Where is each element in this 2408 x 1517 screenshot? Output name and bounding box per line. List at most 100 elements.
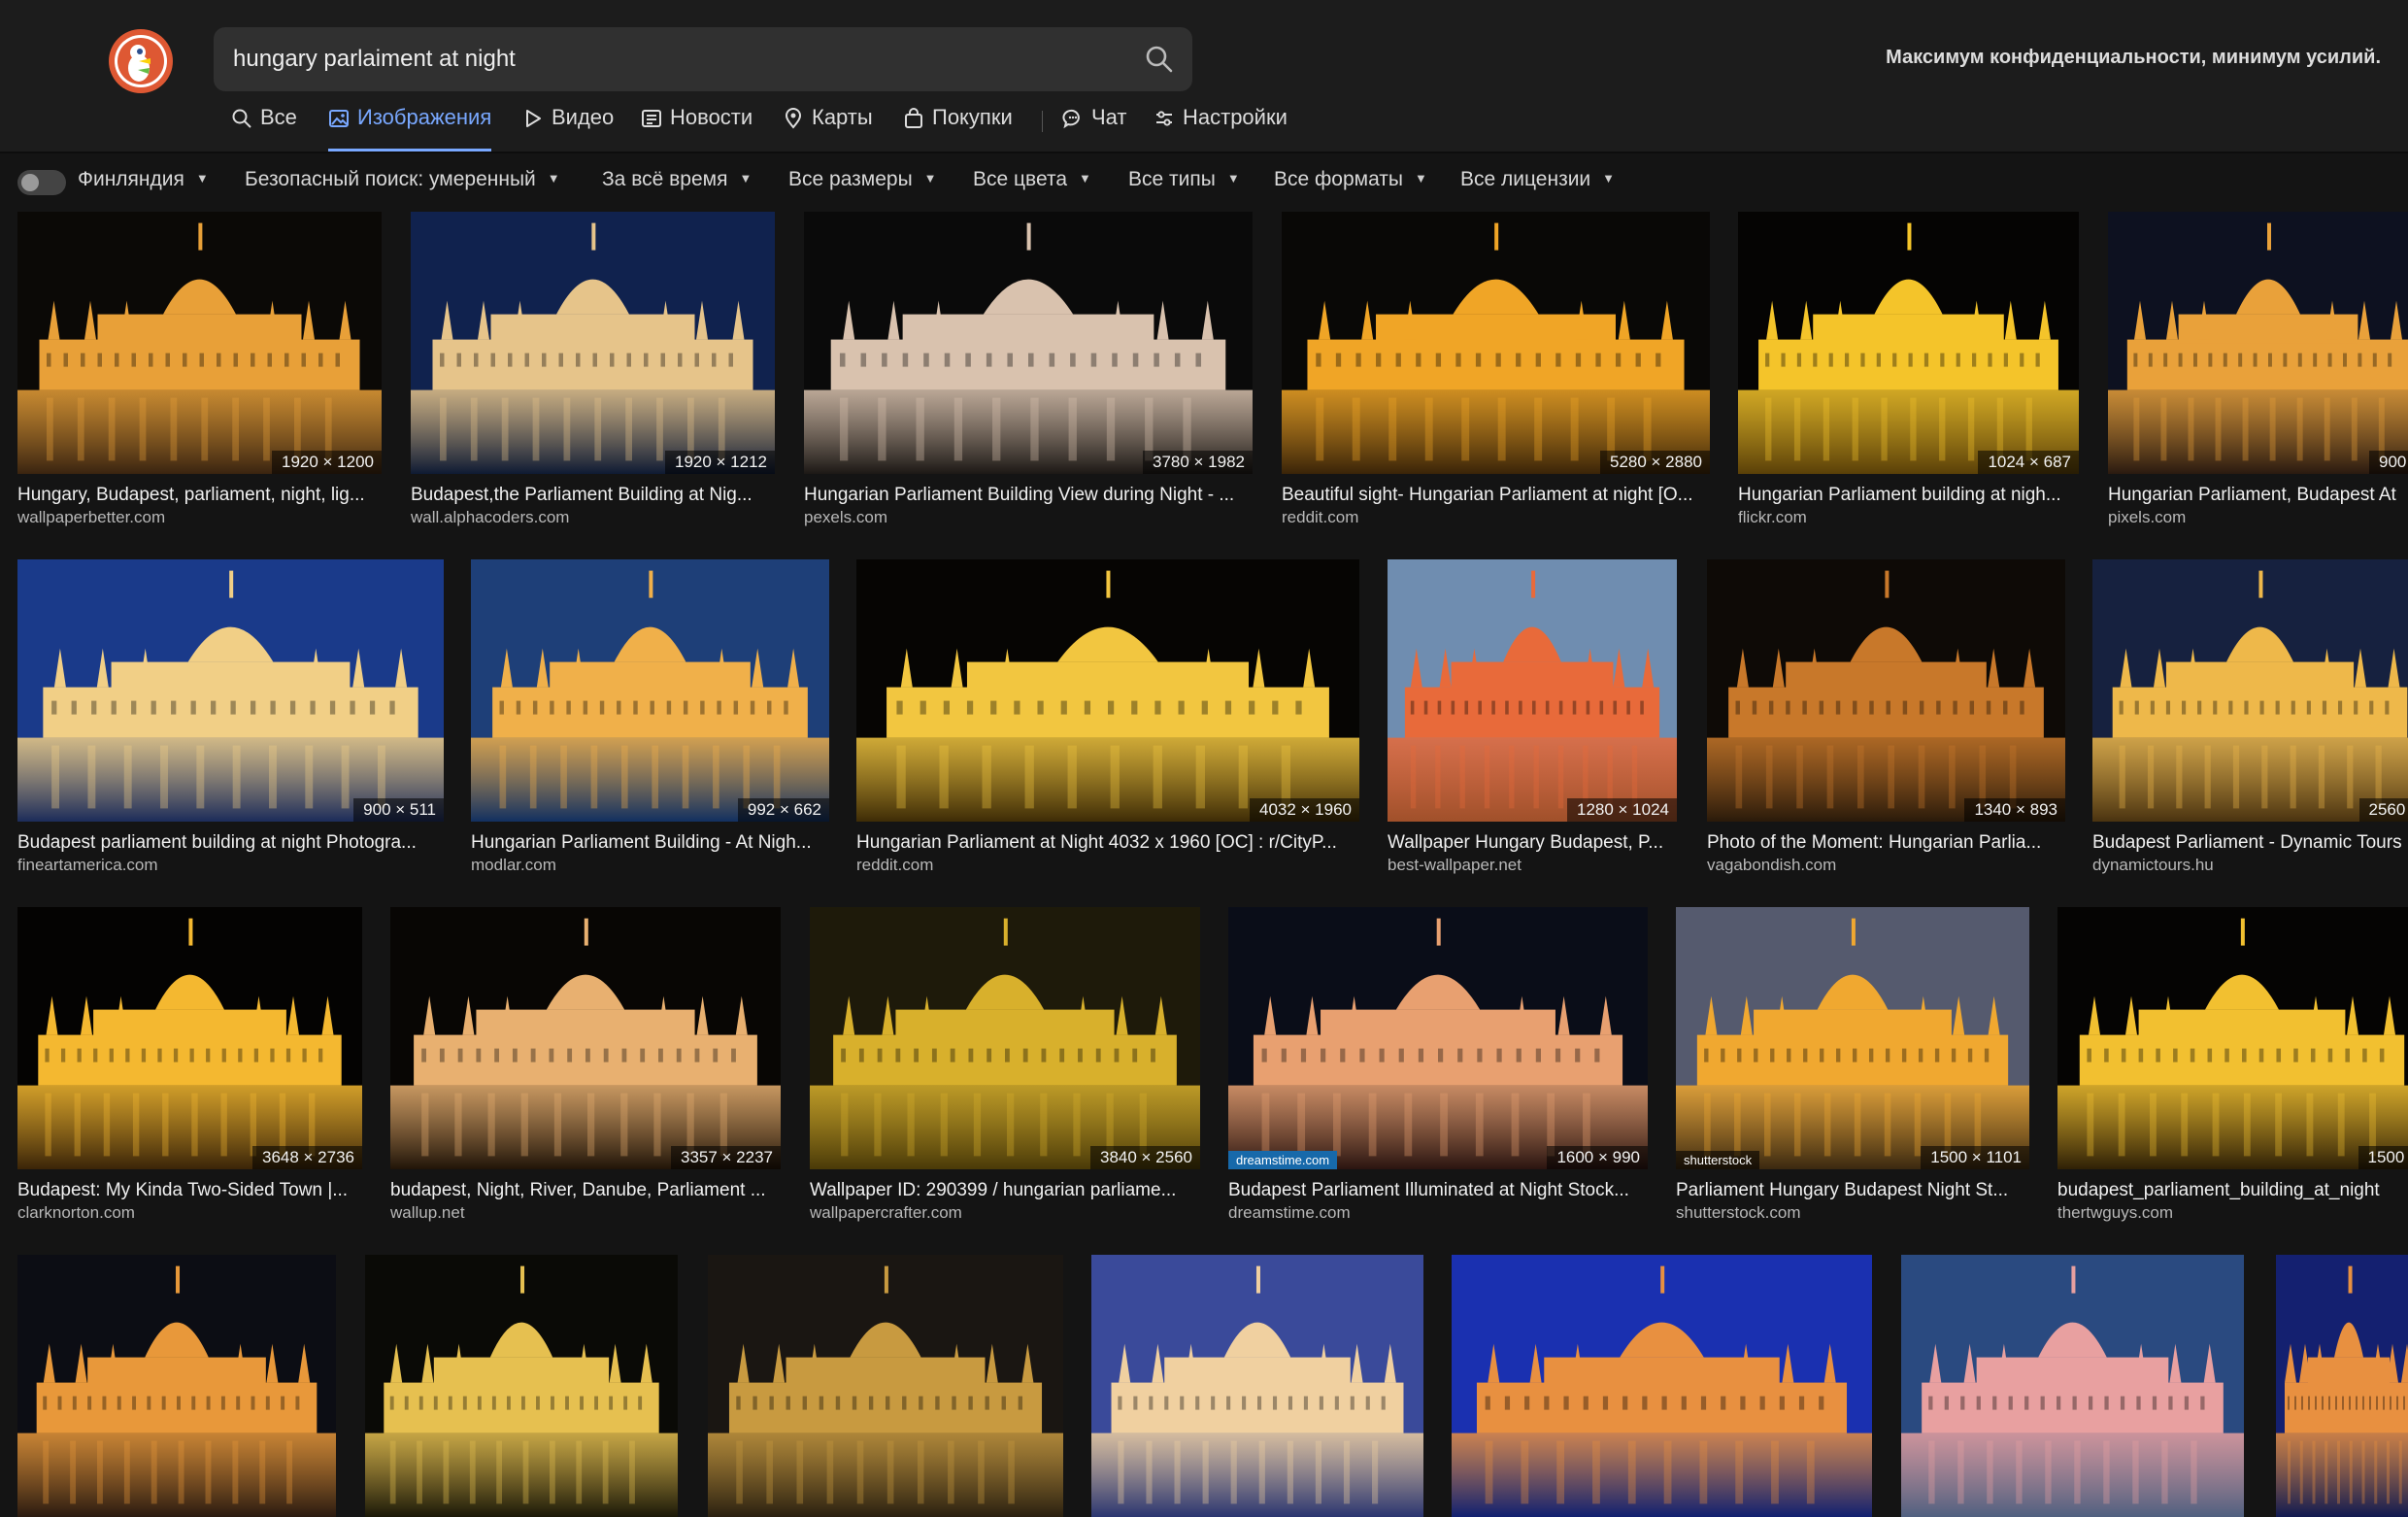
image-result[interactable]: 3357 × 2237 budapest, Night, River, Danub…	[390, 907, 781, 1228]
parliament-night-image	[471, 559, 829, 822]
result-title[interactable]: Photo of the Moment: Hungarian Parlia...	[1707, 832, 2065, 854]
image-dimensions: 1280 × 1024	[1566, 798, 1677, 822]
image-result[interactable]: 1500 × budapest_parliament_building_at_ni…	[2057, 907, 2408, 1228]
image-dimensions: 1500 × 1101	[1921, 1146, 2029, 1169]
image-result[interactable]: 1920 × 1212 Budapest,the Parliament Build…	[411, 212, 775, 532]
result-title[interactable]: Budapest Parliament - Dynamic Tours	[2092, 832, 2408, 854]
parliament-night-image	[17, 1255, 336, 1517]
image-result[interactable]: dreamstime.com 1600 × 990 Budapest Parliam…	[1228, 907, 1648, 1228]
image-dimensions: 2560 ×	[2358, 798, 2408, 822]
result-thumbnail[interactable]: 3357 × 2237	[390, 907, 781, 1169]
result-thumbnail[interactable]	[1452, 1255, 1872, 1517]
result-title[interactable]: Hungarian Parliament Building - At Nigh.…	[471, 832, 829, 854]
image-dimensions: 1920 × 1212	[664, 451, 775, 474]
result-title[interactable]: Wallpaper ID: 290399 / hungarian parliam…	[810, 1180, 1200, 1201]
result-thumbnail[interactable]: 1280 × 1024	[1388, 559, 1677, 822]
image-result[interactable]: 900 × Hungarian Parliament, Budapest At pi…	[2108, 212, 2408, 532]
image-result[interactable]: 1340 × 893 Photo of the Moment: Hungarian…	[1707, 559, 2065, 880]
result-thumbnail[interactable]: 900 × 511	[17, 559, 444, 822]
image-result[interactable]: 900 × 511 Budapest parliament building at…	[17, 559, 444, 880]
result-title[interactable]: Budapest,the Parliament Building at Nig.…	[411, 485, 775, 506]
result-thumbnail[interactable]: 3780 × 1982	[804, 212, 1253, 474]
result-thumbnail[interactable]: 5280 × 2880	[1282, 212, 1710, 474]
image-dimensions: 900 ×	[2368, 451, 2408, 474]
result-source-domain: clarknorton.com	[17, 1203, 135, 1222]
parliament-night-image	[708, 1255, 1063, 1517]
image-dimensions: 1600 × 990	[1547, 1146, 1648, 1169]
image-result[interactable]: 3840 × 2560 Wallpaper ID: 290399 / hungar…	[810, 907, 1200, 1228]
image-result[interactable]: 1280 × 1024 Wallpaper Hungary Budapest, P…	[1388, 559, 1677, 880]
image-result[interactable]: 4032 × 1960 Hungarian Parliament at Night…	[856, 559, 1359, 880]
parliament-night-image	[17, 212, 382, 474]
image-dimensions: 3780 × 1982	[1142, 451, 1253, 474]
result-thumbnail[interactable]: 3840 × 2560	[810, 907, 1200, 1169]
result-title[interactable]: Hungarian Parliament building at nigh...	[1738, 485, 2079, 506]
image-result[interactable]: shutterstock 1500 × 1101 Parliament Hungar…	[1676, 907, 2029, 1228]
image-result[interactable]	[17, 1255, 336, 1517]
result-title[interactable]: Budapest parliament building at night Ph…	[17, 832, 444, 854]
parliament-night-image	[411, 212, 775, 474]
image-dimensions: 1024 × 687	[1978, 451, 2079, 474]
image-result[interactable]: 992 × 662 Hungarian Parliament Building -…	[471, 559, 829, 880]
result-title[interactable]: Hungarian Parliament at Night 4032 x 196…	[856, 832, 1359, 854]
image-result[interactable]	[1452, 1255, 1872, 1517]
result-thumbnail[interactable]: dreamstime.com 1600 × 990	[1228, 907, 1648, 1169]
result-thumbnail[interactable]	[365, 1255, 678, 1517]
result-thumbnail[interactable]	[1901, 1255, 2244, 1517]
image-result[interactable]: 5280 × 2880 Beautiful sight- Hungarian Pa…	[1282, 212, 1710, 532]
parliament-night-image	[390, 907, 781, 1169]
image-result[interactable]: 1920 × 1200 Hungary, Budapest, parliament…	[17, 212, 382, 532]
result-source-domain: reddit.com	[856, 856, 934, 874]
result-thumbnail[interactable]: 992 × 662	[471, 559, 829, 822]
result-source-domain: pexels.com	[804, 508, 887, 526]
result-title[interactable]: budapest_parliament_building_at_night	[2057, 1180, 2408, 1201]
result-title[interactable]: Parliament Hungary Budapest Night St...	[1676, 1180, 2029, 1201]
result-thumbnail[interactable]: 900 ×	[2108, 212, 2408, 474]
result-title[interactable]: budapest, Night, River, Danube, Parliame…	[390, 1180, 781, 1201]
result-title[interactable]: Hungary, Budapest, parliament, night, li…	[17, 485, 382, 506]
image-result[interactable]	[1091, 1255, 1423, 1517]
parliament-night-image	[856, 559, 1359, 822]
image-result[interactable]	[1901, 1255, 2244, 1517]
image-result[interactable]: 2560 × Budapest Parliament - Dynamic Tour…	[2092, 559, 2408, 880]
result-thumbnail[interactable]: 1024 × 687	[1738, 212, 2079, 474]
result-title[interactable]: Budapest: My Kinda Two-Sided Town |...	[17, 1180, 362, 1201]
result-source-domain: modlar.com	[471, 856, 556, 874]
image-dimensions: 900 × 511	[353, 798, 444, 822]
image-result[interactable]	[708, 1255, 1063, 1517]
result-thumbnail[interactable]: 4032 × 1960	[856, 559, 1359, 822]
image-dimensions: 4032 × 1960	[1249, 798, 1359, 822]
image-result[interactable]	[365, 1255, 678, 1517]
result-thumbnail[interactable]: 3648 × 2736	[17, 907, 362, 1169]
result-title[interactable]: Hungarian Parliament, Budapest At	[2108, 485, 2408, 506]
result-thumbnail[interactable]	[17, 1255, 336, 1517]
parliament-night-image	[17, 907, 362, 1169]
result-title[interactable]: Beautiful sight- Hungarian Parliament at…	[1282, 485, 1710, 506]
result-thumbnail[interactable]: 1920 × 1212	[411, 212, 775, 474]
result-thumbnail[interactable]: 2560 ×	[2092, 559, 2408, 822]
result-title[interactable]: Hungarian Parliament Building View durin…	[804, 485, 1253, 506]
result-source-domain: wall.alphacoders.com	[411, 508, 570, 526]
result-thumbnail[interactable]: 1340 × 893	[1707, 559, 2065, 822]
image-result[interactable]	[2276, 1255, 2408, 1517]
result-thumbnail[interactable]: shutterstock 1500 × 1101	[1676, 907, 2029, 1169]
result-source-domain: dynamictours.hu	[2092, 856, 2214, 874]
result-thumbnail[interactable]: 1920 × 1200	[17, 212, 382, 474]
parliament-night-image	[365, 1255, 678, 1517]
parliament-night-image	[804, 212, 1253, 474]
image-dimensions: 1920 × 1200	[271, 451, 382, 474]
result-thumbnail[interactable]	[1091, 1255, 1423, 1517]
image-result[interactable]: 3780 × 1982 Hungarian Parliament Building…	[804, 212, 1253, 532]
image-result[interactable]: 1024 × 687 Hungarian Parliament building …	[1738, 212, 2079, 532]
result-thumbnail[interactable]	[2276, 1255, 2408, 1517]
image-dimensions: 3840 × 2560	[1089, 1146, 1200, 1169]
result-thumbnail[interactable]	[708, 1255, 1063, 1517]
image-dimensions: 3357 × 2237	[670, 1146, 781, 1169]
result-title[interactable]: Wallpaper Hungary Budapest, P...	[1388, 832, 1677, 854]
result-title[interactable]: Budapest Parliament Illuminated at Night…	[1228, 1180, 1648, 1201]
result-source-domain: wallpaperbetter.com	[17, 508, 166, 526]
stock-watermark-badge: shutterstock	[1676, 1151, 1760, 1169]
image-result[interactable]: 3648 × 2736 Budapest: My Kinda Two-Sided …	[17, 907, 362, 1228]
image-dimensions: 3648 × 2736	[251, 1146, 362, 1169]
result-thumbnail[interactable]: 1500 ×	[2057, 907, 2408, 1169]
